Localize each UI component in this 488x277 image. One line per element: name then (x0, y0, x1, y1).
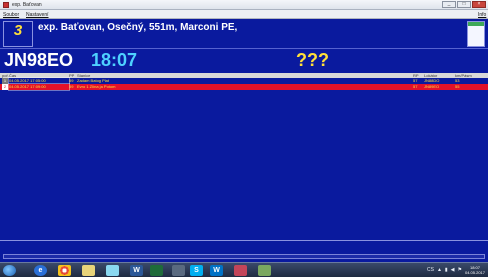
app2-icon[interactable] (234, 265, 247, 276)
window-controls: _ □ × (442, 1, 486, 8)
row-rp: 57 (413, 84, 418, 89)
start-button[interactable] (3, 265, 16, 276)
skype-icon[interactable]: S (190, 265, 203, 276)
menu-info[interactable]: Info (478, 12, 486, 18)
app3-icon[interactable] (258, 265, 271, 276)
row-bod: 55 (455, 84, 460, 89)
menu-settings[interactable]: Nastavení (26, 12, 49, 18)
up-arrow-icon[interactable]: ▲ (437, 267, 442, 273)
ie-icon[interactable]: e (34, 265, 47, 276)
word-icon[interactable]: W (130, 265, 143, 276)
row-por: 2 (2, 84, 8, 90)
row-cas: 04.05.2017 17:09:00 (8, 83, 70, 91)
excel-icon[interactable] (150, 265, 163, 276)
status-stripe (468, 22, 484, 26)
winamp-icon[interactable] (106, 265, 119, 276)
contact-number: 3 (13, 22, 23, 39)
network-icon[interactable]: ▮ (445, 267, 448, 273)
locator-readout: JN98EO (4, 50, 74, 70)
volume-icon[interactable]: ◀ (451, 267, 455, 273)
divider (0, 240, 488, 241)
table-row[interactable]: 2 04.05.2017 17:09:00 59 Evro 1 Zlína ja… (0, 83, 488, 91)
app-icon (3, 2, 9, 8)
station-header: exp. Baťovan, Osečný, 551m, Marconi PE, (38, 22, 238, 33)
minimize-button[interactable]: _ (442, 1, 456, 8)
tray-language[interactable]: CS (427, 267, 434, 273)
window-title: exp. Baťovan (12, 2, 42, 8)
log-table: poř. Čas PP Stanice RP Lokátor km/Pásm 1… (0, 73, 488, 91)
flag-icon[interactable]: ⚑ (458, 267, 462, 273)
side-panel (467, 21, 485, 47)
horizontal-scrollbar[interactable] (3, 254, 485, 259)
menu-file[interactable]: Soubor (3, 12, 19, 18)
row-pp: 59 (69, 84, 74, 89)
taskbar: e W S W CS ▲ ▮ ◀ ⚑ 18:07 04.05.2017 (0, 262, 488, 277)
chrome-icon[interactable] (58, 265, 71, 276)
tray-clock[interactable]: 18:07 04.05.2017 (464, 265, 486, 275)
maximize-button[interactable]: □ (457, 1, 471, 8)
row-lokator: JN89EO (424, 84, 440, 89)
close-button[interactable]: × (472, 1, 486, 8)
system-tray: CS ▲ ▮ ◀ ⚑ (427, 267, 462, 273)
outlook-icon[interactable]: W (210, 265, 223, 276)
tray-date: 04.05.2017 (464, 270, 486, 275)
app-screen: exp. Baťovan _ □ × Soubor Nastavení Info… (0, 0, 488, 277)
menu-bar: Soubor Nastavení Info (0, 10, 488, 19)
row-stanice: Evro 1 Zlína ja Potom (77, 84, 116, 89)
time-readout: 18:07 (91, 50, 138, 70)
title-bar: exp. Baťovan _ □ × (0, 0, 488, 10)
explorer-icon[interactable] (82, 265, 95, 276)
app-icon[interactable] (172, 265, 185, 276)
unknown-readout: ??? (296, 50, 329, 70)
